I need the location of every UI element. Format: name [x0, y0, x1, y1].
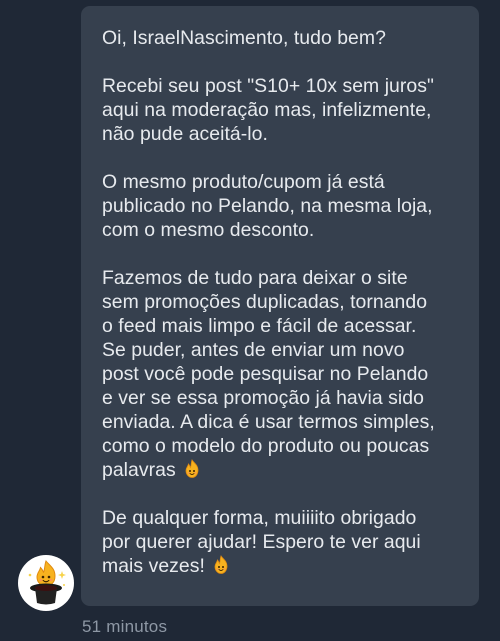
sender-avatar[interactable] — [18, 555, 74, 611]
message-paragraph-2: O mesmo produto/cupom já está publicado … — [102, 171, 433, 241]
flame-emoji-icon — [214, 555, 228, 574]
message-greeting: Oi, IsraelNascimento, tudo bem? — [102, 27, 386, 49]
message-paragraph-4-wrap: De qualquer forma, muiiiito obrigado por… — [102, 506, 463, 578]
flame-emoji-icon — [185, 459, 199, 478]
message-paragraph-1: Recebi seu post "S10+ 10x sem juros" aqu… — [102, 75, 434, 145]
message-bubble[interactable]: Oi, IsraelNascimento, tudo bem? Recebi s… — [81, 6, 479, 606]
chat-view: Oi, IsraelNascimento, tudo bem? Recebi s… — [0, 0, 500, 641]
message-paragraph-3: Fazemos de tudo para deixar o site sem p… — [102, 267, 435, 481]
message-timestamp: 51 minutos — [82, 617, 168, 636]
message-paragraph-4: De qualquer forma, muiiiito obrigado por… — [102, 507, 421, 577]
pelando-flame-magician-icon — [28, 559, 66, 605]
message-paragraph-3-wrap: Fazemos de tudo para deixar o site sem p… — [102, 266, 463, 482]
